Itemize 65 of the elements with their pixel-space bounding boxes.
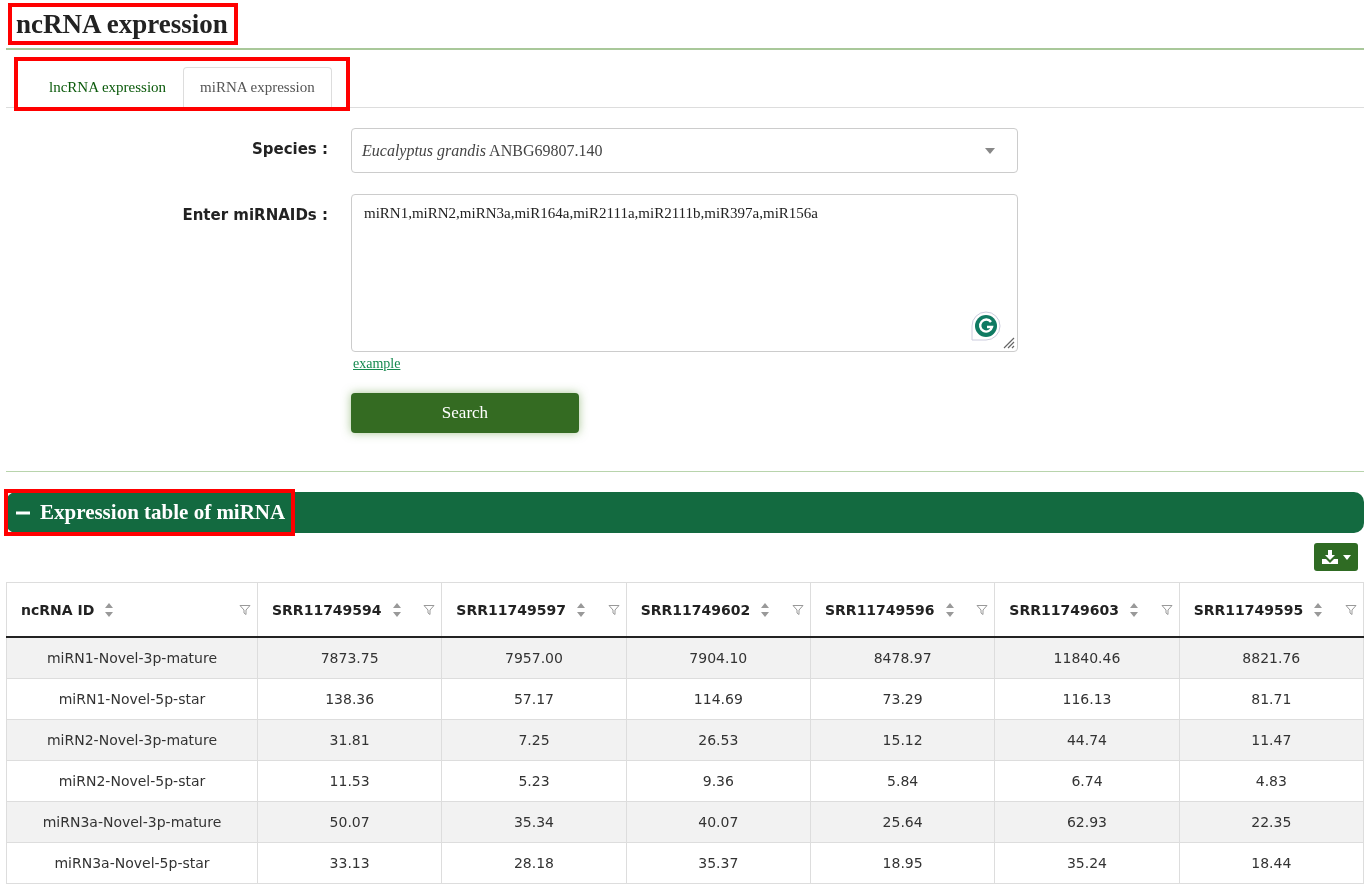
section-title: Expression table of miRNA <box>40 500 286 525</box>
table-cell: 5.23 <box>441 760 627 802</box>
page-title: ncRNA expression <box>8 3 238 45</box>
table-cell: 31.81 <box>257 719 442 761</box>
filter-icon[interactable] <box>607 603 620 616</box>
table-cell: 11.53 <box>257 760 442 802</box>
table-cell: 26.53 <box>626 719 811 761</box>
table-cell: miRN1-Novel-5p-star <box>6 678 258 720</box>
table-cell: 11.47 <box>1179 719 1364 761</box>
table-cell: 15.12 <box>810 719 995 761</box>
table-cell: 9.36 <box>626 760 811 802</box>
filter-icon[interactable] <box>976 603 989 616</box>
table-cell: 8821.76 <box>1179 637 1364 679</box>
table-cell: 50.07 <box>257 801 442 843</box>
grammar-assistant-icon[interactable] <box>971 311 1001 341</box>
resize-grip-icon[interactable] <box>1001 335 1015 349</box>
caret-icon <box>1342 554 1351 560</box>
table-cell: miRN3a-Novel-3p-mature <box>6 801 258 843</box>
table-cell: 40.07 <box>626 801 811 843</box>
table-cell: 7.25 <box>441 719 627 761</box>
table-cell: 28.18 <box>441 842 627 884</box>
table-cell: 4.83 <box>1179 760 1364 802</box>
table-cell: 6.74 <box>994 760 1180 802</box>
filter-icon[interactable] <box>1160 603 1173 616</box>
table-cell: 114.69 <box>626 678 811 720</box>
example-link[interactable]: example <box>353 356 401 372</box>
tab[interactable]: miRNA expression <box>183 67 332 107</box>
table-cell: 18.44 <box>1179 842 1364 884</box>
mirna-ids-field[interactable]: miRN1,miRN2,miRN3a,miR164a,miR2111a,miR2111b,miR397a,miR156a <box>351 194 1018 352</box>
table-cell: 73.29 <box>810 678 995 720</box>
table-cell: 18.95 <box>810 842 995 884</box>
table-cell: 57.17 <box>441 678 627 720</box>
table-cell: 8478.97 <box>810 637 995 679</box>
download-button[interactable] <box>1314 543 1358 571</box>
filter-icon[interactable] <box>792 603 804 616</box>
table-cell: 5.84 <box>810 760 995 802</box>
table-cell: 35.24 <box>994 842 1180 884</box>
table-cell: 11840.46 <box>994 637 1180 679</box>
table-cell: 62.93 <box>994 801 1180 843</box>
table-cell: miRN3a-Novel-5p-star <box>6 842 258 884</box>
species-dropdown[interactable]: Eucalyptus grandis ANBG69807.140 <box>351 128 1018 173</box>
search-button[interactable]: Search <box>351 393 579 433</box>
table-cell: miRN2-Novel-3p-mature <box>6 719 258 761</box>
table-cell: miRN1-Novel-3p-mature <box>6 637 258 679</box>
table-cell: miRN2-Novel-5p-star <box>6 760 258 802</box>
caret-icon <box>985 147 995 154</box>
section-header[interactable]: Expression table of miRNA <box>6 492 1364 533</box>
download-icon <box>1321 550 1338 564</box>
species-label: Species : <box>250 139 328 160</box>
table-cell: 81.71 <box>1179 678 1364 720</box>
table-cell: 44.74 <box>994 719 1180 761</box>
table-cell: 7904.10 <box>626 637 811 679</box>
filter-icon[interactable] <box>423 603 436 616</box>
table-cell: 116.13 <box>994 678 1180 720</box>
table-cell: 7957.00 <box>441 637 627 679</box>
filter-icon[interactable] <box>1345 603 1357 616</box>
filter-icon[interactable] <box>239 603 251 616</box>
mirna-ids-label: Enter miRNAIDs : <box>181 205 328 226</box>
table-cell: 35.37 <box>626 842 811 884</box>
table-cell: 35.34 <box>441 801 627 843</box>
table-cell: 22.35 <box>1179 801 1364 843</box>
table-cell: 138.36 <box>257 678 442 720</box>
table-cell: 25.64 <box>810 801 995 843</box>
table-cell: 7873.75 <box>257 637 442 679</box>
table-cell: 33.13 <box>257 842 442 884</box>
